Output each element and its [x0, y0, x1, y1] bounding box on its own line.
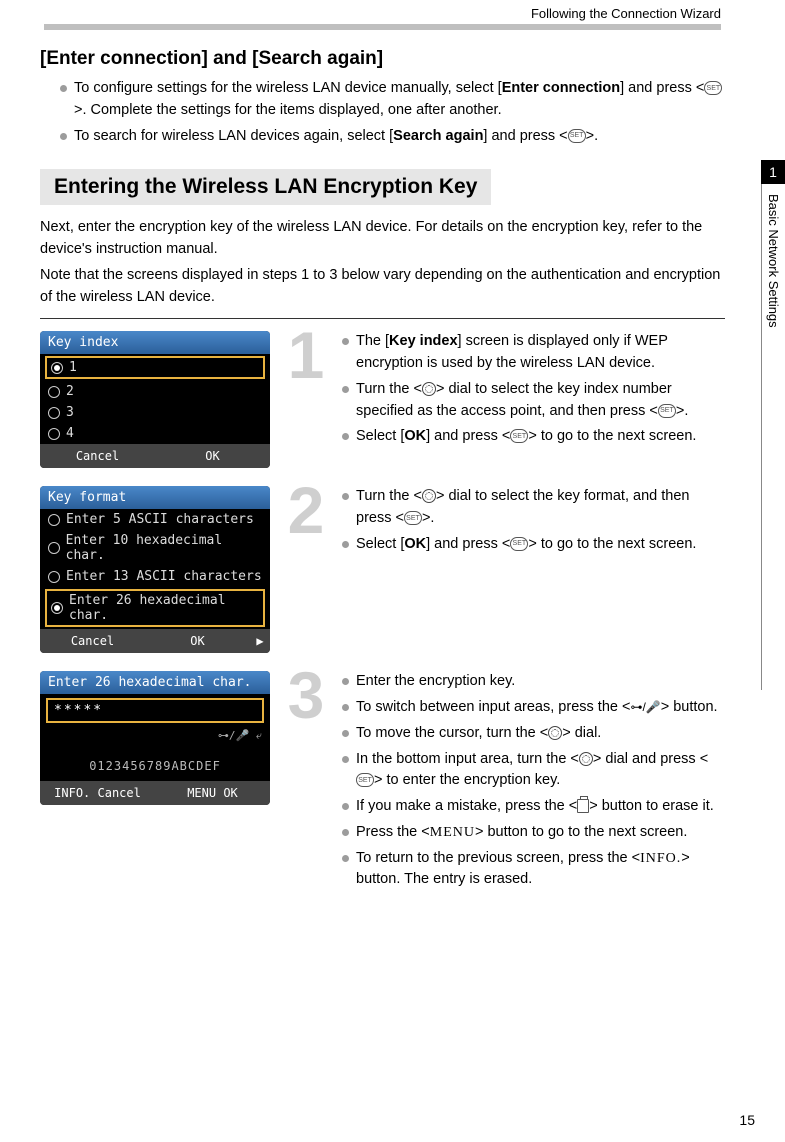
- set-icon: SET: [356, 773, 374, 787]
- screen-option: Enter 5 ASCII characters: [40, 509, 270, 530]
- encryption-key-input: *****: [46, 698, 264, 723]
- bullet-item: To configure settings for the wireless L…: [60, 78, 725, 122]
- section1-bullets: To configure settings for the wireless L…: [40, 78, 725, 147]
- arrow-icon: ▶: [250, 629, 270, 653]
- bullet-item: Select [OK] and press <SET> to go to the…: [342, 534, 725, 556]
- set-icon: SET: [704, 81, 722, 95]
- chapter-tab: 1 Basic Network Settings: [761, 160, 785, 690]
- menu-label: MENU: [430, 825, 475, 840]
- step-row: Key formatEnter 5 ASCII charactersEnter …: [40, 486, 725, 653]
- info-label: INFO.: [640, 851, 681, 866]
- screen-option: 3: [40, 402, 270, 423]
- bullet-item: Select [OK] and press <SET> to go to the…: [342, 426, 725, 448]
- bullet-item: To return to the previous screen, press …: [342, 848, 725, 892]
- step-number: 3: [284, 671, 328, 895]
- screen-option: Enter 13 ASCII characters: [40, 566, 270, 587]
- screen-option: 4: [40, 423, 270, 444]
- radio-icon: [48, 542, 60, 554]
- intro-para-2: Note that the screens displayed in steps…: [40, 265, 725, 309]
- bullet-item: The [Key index] screen is displayed only…: [342, 331, 725, 375]
- intro-para-1: Next, enter the encryption key of the wi…: [40, 217, 725, 261]
- running-header: Following the Connection Wizard: [531, 6, 721, 21]
- step-row: Key index1234CancelOK1The [Key index] sc…: [40, 331, 725, 468]
- step-number: 1: [284, 331, 328, 468]
- step-row: Enter 26 hexadecimal char. ***** ⊶/🎤 ⤶0123…: [40, 671, 725, 895]
- radio-icon: [51, 362, 63, 374]
- chapter-number: 1: [761, 160, 785, 184]
- bullet-item: Enter the encryption key.: [342, 671, 725, 693]
- key-mic-icon: ⊶/🎤: [630, 700, 660, 714]
- screen-title: Key format: [40, 486, 270, 509]
- screen-option: Enter 26 hexadecimal char.: [45, 589, 265, 627]
- bullet-item: To switch between input areas, press the…: [342, 697, 725, 719]
- bullet-item: Press the <MENU> button to go to the nex…: [342, 822, 725, 844]
- screen-option: 2: [40, 381, 270, 402]
- set-icon: SET: [510, 537, 528, 551]
- bullet-item: If you make a mistake, press the <> butt…: [342, 796, 725, 818]
- bullet-item: To move the cursor, turn the <> dial.: [342, 723, 725, 745]
- camera-screen: Enter 26 hexadecimal char. ***** ⊶/🎤 ⤶0123…: [40, 671, 270, 895]
- dial-icon: [422, 382, 436, 396]
- step-bullets: Turn the <> dial to select the key forma…: [342, 486, 725, 555]
- set-icon: SET: [568, 129, 586, 143]
- divider: [40, 318, 725, 319]
- screen-title: Key index: [40, 331, 270, 354]
- radio-icon: [48, 428, 60, 440]
- radio-icon: [51, 602, 63, 614]
- step-number: 2: [284, 486, 328, 653]
- bullet-item: Turn the <> dial to select the key index…: [342, 379, 725, 423]
- dial-icon: [548, 726, 562, 740]
- step-bullets: The [Key index] screen is displayed only…: [342, 331, 725, 448]
- radio-icon: [48, 514, 60, 526]
- step-bullets: Enter the encryption key. To switch betwe…: [342, 671, 725, 891]
- screen-cancel: Cancel: [40, 444, 155, 468]
- screen-cancel: INFO. Cancel: [40, 781, 155, 805]
- radio-icon: [48, 407, 60, 419]
- screen-cancel: Cancel: [40, 629, 145, 653]
- section-title-enter-connection: [Enter connection] and [Search again]: [40, 48, 725, 70]
- bullet-item: To search for wireless LAN devices again…: [60, 126, 725, 148]
- dial-icon: [579, 752, 593, 766]
- screen-ok: OK: [145, 629, 250, 653]
- screen-option: Enter 10 hexadecimal char.: [40, 530, 270, 566]
- camera-screen: Key index1234CancelOK: [40, 331, 270, 468]
- chapter-label: Basic Network Settings: [761, 184, 785, 690]
- header-rule: [44, 24, 721, 30]
- radio-icon: [48, 386, 60, 398]
- set-icon: SET: [658, 404, 676, 418]
- character-guide: 0123456789ABCDEF: [40, 745, 270, 781]
- set-icon: SET: [404, 511, 422, 525]
- set-icon: SET: [510, 429, 528, 443]
- trash-icon: [577, 799, 589, 813]
- screen-ok: OK: [155, 444, 270, 468]
- section-title-encryption-key: Entering the Wireless LAN Encryption Key: [40, 169, 491, 205]
- camera-screen: Key formatEnter 5 ASCII charactersEnter …: [40, 486, 270, 653]
- dial-icon: [422, 489, 436, 503]
- screen-ok: MENU OK: [155, 781, 270, 805]
- screen-title: Enter 26 hexadecimal char.: [40, 671, 270, 694]
- input-mode-icons: ⊶/🎤 ⤶: [40, 727, 270, 745]
- bullet-item: Turn the <> dial to select the key forma…: [342, 486, 725, 530]
- bullet-item: In the bottom input area, turn the <> di…: [342, 749, 725, 793]
- page-number: 15: [739, 1112, 755, 1128]
- screen-option: 1: [45, 356, 265, 379]
- radio-icon: [48, 571, 60, 583]
